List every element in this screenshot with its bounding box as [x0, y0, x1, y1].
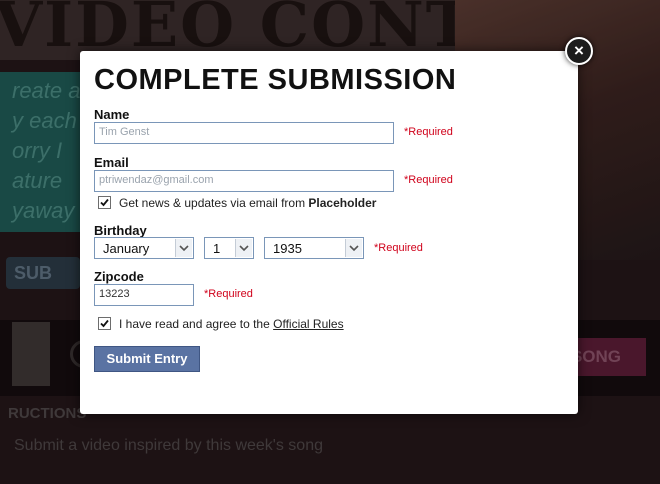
chevron-down-icon	[235, 239, 252, 257]
zipcode-input[interactable]: 13223	[94, 284, 194, 306]
official-rules-link[interactable]: Official Rules	[273, 317, 343, 331]
checkmark-icon	[100, 199, 109, 207]
birth-day-value: 1	[213, 241, 221, 256]
zipcode-required: *Required	[204, 288, 253, 300]
chevron-down-icon	[175, 239, 192, 257]
name-label: Name	[94, 107, 130, 122]
name-input[interactable]: Tim Genst	[94, 122, 394, 144]
newsletter-brand: Placeholder	[308, 196, 377, 210]
modal-title: COMPLETE SUBMISSION	[94, 64, 457, 96]
birth-year-select[interactable]: 1935	[264, 237, 364, 259]
email-label: Email	[94, 155, 129, 170]
newsletter-text: Get news & updates via email from	[119, 196, 309, 210]
checkmark-icon	[100, 320, 109, 328]
rules-checkbox[interactable]	[98, 317, 111, 331]
email-required: *Required	[404, 174, 453, 186]
birthday-required: *Required	[374, 242, 423, 254]
rules-row: I have read and agree to the Official Ru…	[98, 317, 344, 331]
submission-modal: COMPLETE SUBMISSION Name Tim Genst *Requ…	[80, 51, 578, 414]
submit-entry-button[interactable]: Submit Entry	[94, 346, 200, 372]
rules-text: I have read and agree to the	[119, 317, 274, 331]
close-icon[interactable]: ×	[565, 37, 593, 65]
birth-month-select[interactable]: January	[94, 237, 194, 259]
chevron-down-icon	[345, 239, 362, 257]
newsletter-row: Get news & updates via email from Placeh…	[98, 196, 376, 210]
birthday-label: Birthday	[94, 223, 147, 238]
birth-month-value: January	[103, 241, 150, 256]
zipcode-label: Zipcode	[94, 269, 144, 284]
birth-day-select[interactable]: 1	[204, 237, 254, 259]
birth-year-value: 1935	[273, 241, 302, 256]
name-required: *Required	[404, 126, 453, 138]
email-input[interactable]: ptriwendaz@gmail.com	[94, 170, 394, 192]
newsletter-checkbox[interactable]	[98, 196, 111, 210]
